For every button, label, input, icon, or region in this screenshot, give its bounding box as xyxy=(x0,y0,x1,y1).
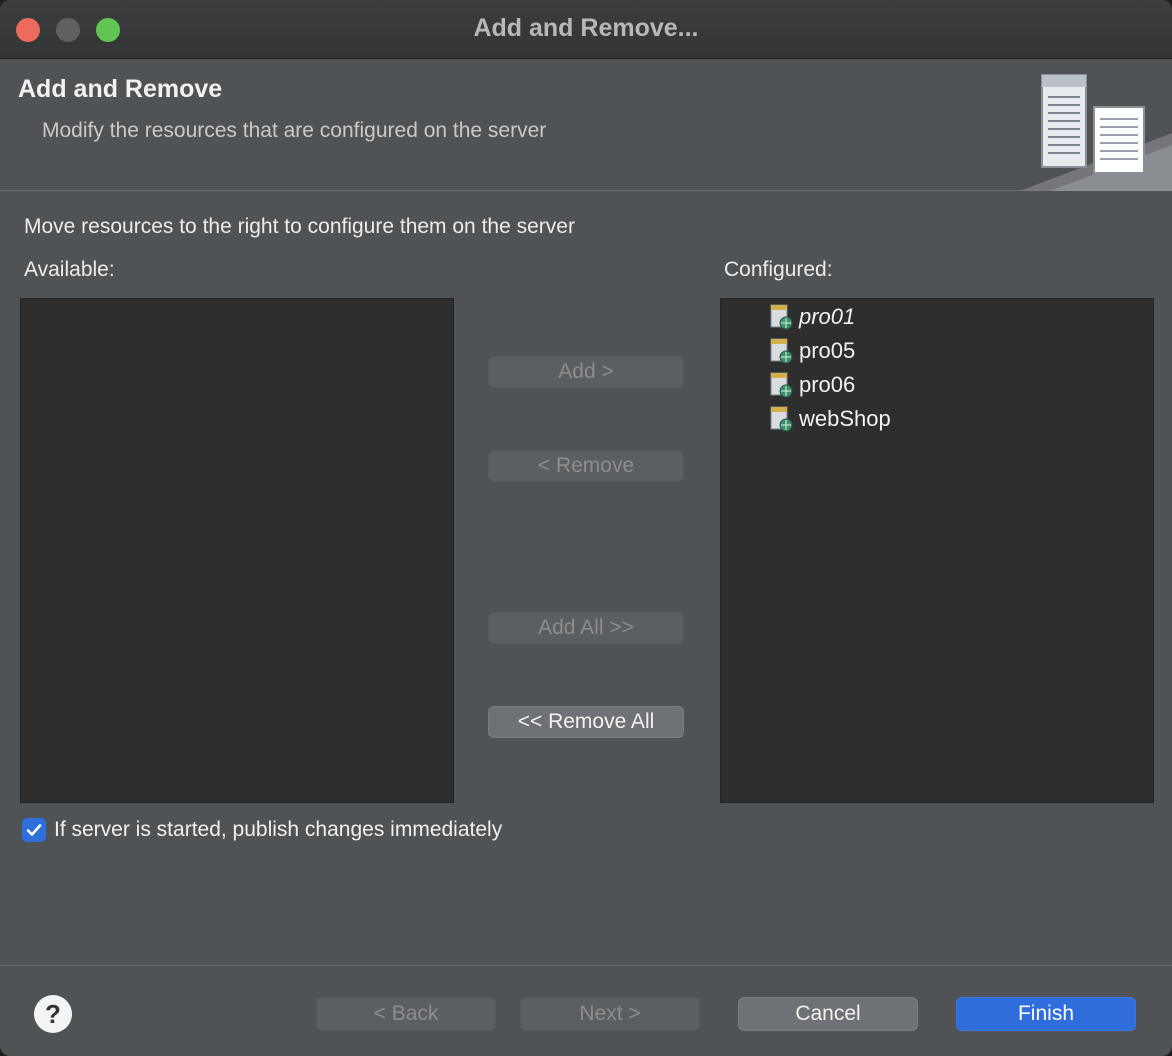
web-project-icon xyxy=(770,406,793,432)
wizard-subtitle: Modify the resources that are configured… xyxy=(42,119,547,142)
add-button[interactable]: Add > xyxy=(488,356,684,388)
available-list[interactable] xyxy=(20,298,454,803)
web-project-icon xyxy=(770,338,793,364)
configured-label: Configured: xyxy=(724,258,833,281)
publish-option[interactable]: If server is started, publish changes im… xyxy=(22,818,502,842)
configured-item-webshop[interactable]: webShop xyxy=(767,404,891,434)
configured-item-label: webShop xyxy=(799,406,891,431)
checkmark-icon xyxy=(26,824,42,836)
title-bar: Add and Remove... xyxy=(0,0,1172,59)
dialog-window: Add and Remove... Add and Remove Modify … xyxy=(0,0,1172,1056)
back-button[interactable]: < Back xyxy=(316,997,496,1031)
footer-divider xyxy=(0,965,1172,966)
cancel-button[interactable]: Cancel xyxy=(738,997,918,1031)
configured-list[interactable]: pro01 pro05 pro06 webShop xyxy=(720,298,1154,803)
web-project-icon xyxy=(770,304,793,330)
wizard-header: Add and Remove Modify the resources that… xyxy=(0,59,1172,191)
remove-button[interactable]: < Remove xyxy=(488,450,684,482)
publish-checkbox[interactable] xyxy=(22,818,46,842)
available-label: Available: xyxy=(24,258,115,281)
configured-item-label: pro05 xyxy=(799,338,856,363)
instruction-text: Move resources to the right to configure… xyxy=(24,215,575,238)
configured-item-label: pro06 xyxy=(799,372,856,397)
add-all-button[interactable]: Add All >> xyxy=(488,612,684,644)
server-banner-icon xyxy=(1020,74,1172,191)
help-icon[interactable]: ? xyxy=(34,995,72,1033)
next-button[interactable]: Next > xyxy=(520,997,700,1031)
remove-all-button[interactable]: << Remove All xyxy=(488,706,684,738)
configured-item-pro06[interactable]: pro06 xyxy=(767,370,855,400)
finish-button[interactable]: Finish xyxy=(956,997,1136,1031)
configured-item-pro01[interactable]: pro01 xyxy=(767,302,855,332)
window-title: Add and Remove... xyxy=(473,14,699,42)
configured-item-label: pro01 xyxy=(799,304,856,329)
wizard-title: Add and Remove xyxy=(18,75,223,103)
publish-checkbox-label: If server is started, publish changes im… xyxy=(54,818,503,841)
web-project-icon xyxy=(770,372,793,398)
configured-item-pro05[interactable]: pro05 xyxy=(767,336,855,366)
